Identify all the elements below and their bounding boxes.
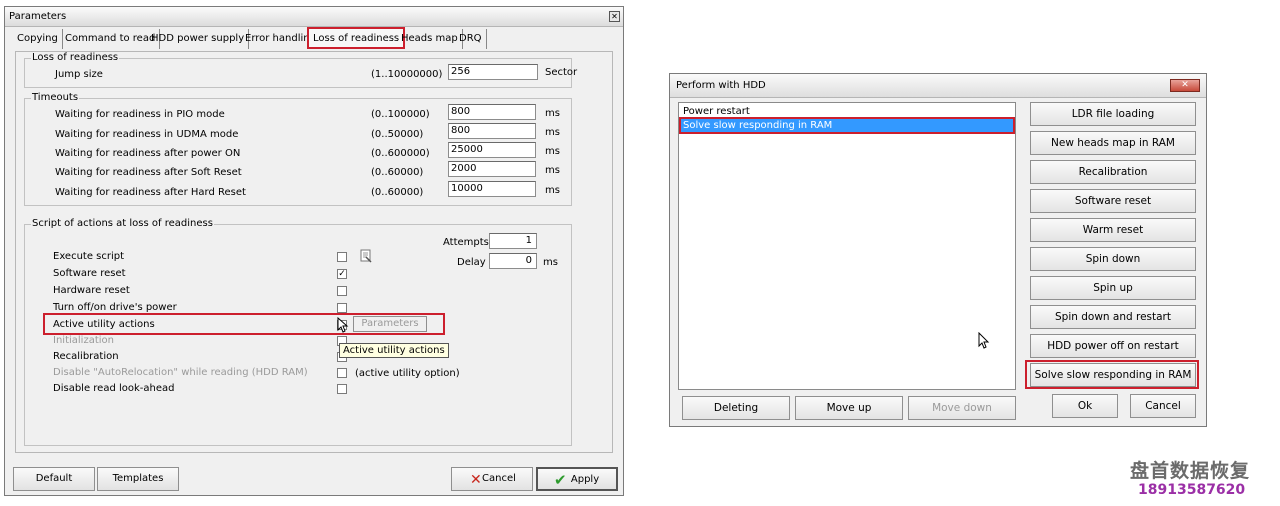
software-reset-checkbox[interactable]: ✓ [337,269,347,279]
spin-down-and-restart-button[interactable]: Spin down and restart [1030,305,1196,329]
tab-heads-map[interactable]: Heads map [397,29,463,49]
highlight-box [679,117,1015,134]
tab-drq[interactable]: DRQ [455,29,487,49]
timeout-label: Waiting for readiness in UDMA mode [55,129,239,140]
cancel-button[interactable]: ✕ Cancel [451,467,533,491]
software-reset-button[interactable]: Software reset [1030,189,1196,213]
disable-autorelocation-label: Disable "AutoRelocation" while reading (… [53,367,308,378]
move-up-button[interactable]: Move up [795,396,903,420]
recalibration-button[interactable]: Recalibration [1030,160,1196,184]
spin-up-button[interactable]: Spin up [1030,276,1196,300]
jump-size-input[interactable]: 256 [448,64,538,80]
apply-check-icon: ✔ [554,471,567,489]
disable-read-look-ahead-checkbox[interactable] [337,384,347,394]
turn-off-on-power-label: Turn off/on drive's power [53,302,177,313]
watermark-phone: 18913587620 [1138,482,1246,498]
timeout-unit: ms [545,127,560,138]
delay-unit: ms [543,257,558,268]
default-button[interactable]: Default [13,467,95,491]
cancel-button[interactable]: Cancel [1130,394,1196,418]
turn-off-on-power-checkbox[interactable] [337,303,347,313]
perform-with-hdd-window: Perform with HDD ✕ Power restart Solve s… [669,73,1207,427]
timeout-range: (0..60000) [371,167,424,178]
close-icon[interactable]: ✕ [1170,79,1200,92]
tab-command-to-read[interactable]: Command to read [61,29,161,49]
ok-button[interactable]: Ok [1052,394,1118,418]
timeout-label: Waiting for readiness after power ON [55,148,241,159]
delay-input[interactable]: 0 [489,253,537,269]
timeout-unit: ms [545,165,560,176]
hardware-reset-checkbox[interactable] [337,286,347,296]
disable-autorelocation-checkbox[interactable] [337,368,347,378]
action-list[interactable]: Power restart Solve slow responding in R… [678,102,1016,390]
move-down-button[interactable]: Move down [908,396,1016,420]
execute-script-checkbox[interactable] [337,252,347,262]
cancel-x-icon: ✕ [470,472,482,488]
tab-panel: Loss of readiness Jump size (1..10000000… [15,51,613,453]
tab-copying[interactable]: Copying [13,29,63,49]
timeout-label: Waiting for readiness after Soft Reset [55,167,242,178]
watermark-company: 盘首数据恢复 [1130,460,1251,482]
mouse-cursor-icon [337,317,349,333]
perform-titlebar: Perform with HDD ✕ [670,74,1206,98]
new-heads-map-button[interactable]: New heads map in RAM [1030,131,1196,155]
apply-button[interactable]: ✔ Apply [536,467,618,491]
timeout-range: (0..50000) [371,129,424,140]
parameters-titlebar: Parameters ✕ [5,7,623,27]
jump-size-range: (1..10000000) [371,69,443,80]
ldr-file-loading-button[interactable]: LDR file loading [1030,102,1196,126]
active-utility-option-note: (active utility option) [355,368,460,379]
script-file-icon[interactable] [359,249,373,263]
timeout-range: (0..600000) [371,148,430,159]
mouse-cursor-icon [978,332,990,349]
warm-reset-button[interactable]: Warm reset [1030,218,1196,242]
timeouts-group: Timeouts Waiting for readiness in PIO mo… [24,92,572,206]
spin-down-button[interactable]: Spin down [1030,247,1196,271]
timeout-label: Waiting for readiness after Hard Reset [55,187,246,198]
timeout-input[interactable]: 2000 [448,161,536,177]
execute-script-label: Execute script [53,251,125,262]
timeout-input[interactable]: 25000 [448,142,536,158]
parameters-window: Parameters ✕ Copying Command to read HDD… [4,6,624,496]
timeout-input[interactable]: 800 [448,123,536,139]
jump-size-label: Jump size [55,69,103,80]
timeout-unit: ms [545,185,560,196]
tab-loss-of-readiness[interactable]: Loss of readiness [307,27,406,49]
script-of-actions-group: Script of actions at loss of readiness A… [24,218,572,446]
deleting-button[interactable]: Deleting [682,396,790,420]
recalibration-label: Recalibration [53,351,119,362]
tooltip: Active utility actions [339,343,449,358]
initialization-label: Initialization [53,335,114,346]
timeout-unit: ms [545,146,560,157]
hdd-power-off-on-restart-button[interactable]: HDD power off on restart [1030,334,1196,358]
attempts-input[interactable]: 1 [489,233,537,249]
attempts-label: Attempts [443,237,489,248]
tab-hdd-power-supply[interactable]: HDD power supply [147,29,250,49]
delay-label: Delay [457,257,486,268]
templates-button[interactable]: Templates [97,467,179,491]
timeout-input[interactable]: 800 [448,104,536,120]
timeout-range: (0..100000) [371,109,430,120]
jump-size-unit: Sector [545,67,578,78]
perform-title: Perform with HDD [676,80,766,91]
highlight-box [43,313,445,335]
close-icon[interactable]: ✕ [609,11,620,22]
timeout-label: Waiting for readiness in PIO mode [55,109,225,120]
parameters-title: Parameters [9,11,67,22]
timeout-unit: ms [545,108,560,119]
group-label: Timeouts [31,92,80,103]
loss-of-readiness-group: Loss of readiness Jump size (1..10000000… [24,52,577,88]
cancel-label: Cancel [482,473,516,484]
software-reset-label: Software reset [53,268,126,279]
timeout-input[interactable]: 10000 [448,181,536,197]
highlight-box [1025,360,1199,389]
group-label: Loss of readiness [31,52,120,63]
disable-read-look-ahead-label: Disable read look-ahead [53,383,175,394]
apply-label: Apply [570,474,600,485]
hardware-reset-label: Hardware reset [53,285,130,296]
group-label: Script of actions at loss of readiness [31,218,214,229]
timeout-range: (0..60000) [371,187,424,198]
